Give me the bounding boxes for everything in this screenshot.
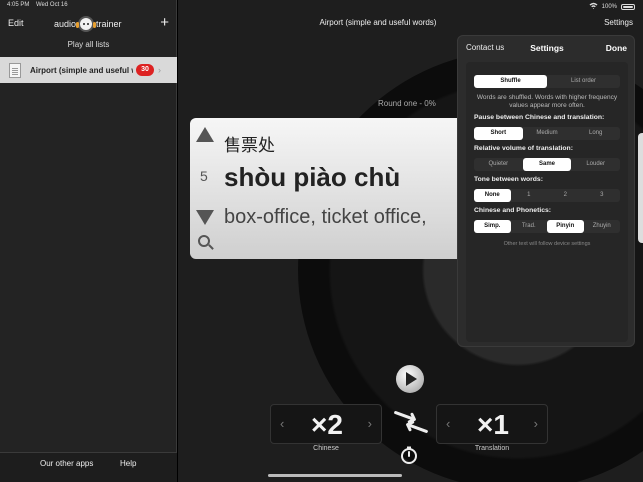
next-card-edge <box>638 133 643 243</box>
translation-stepper-label: Translation <box>474 445 510 452</box>
chinese-stepper-label: Chinese <box>313 445 339 452</box>
order-note: Words are shuffled. Words with higher fr… <box>476 94 618 109</box>
timer-icon[interactable] <box>400 446 418 464</box>
option-simplified[interactable]: Simp. <box>474 220 511 233</box>
settings-panel: Shuffle List order Words are shuffled. W… <box>466 62 628 342</box>
count-badge: 30 <box>136 64 154 76</box>
word-number: 5 <box>200 168 208 184</box>
option-louder[interactable]: Louder <box>571 158 620 171</box>
translation-repeat-stepper[interactable]: ‹ ×1 › <box>436 404 548 444</box>
app-logo: audio trainer <box>54 14 122 34</box>
volume-segmented-control[interactable]: Quieter Same Louder <box>474 158 620 171</box>
tone-title: Tone between words: <box>474 176 543 183</box>
chinese-repeat-stepper[interactable]: ‹ ×2 › <box>270 404 382 444</box>
settings-popover: Contact us Settings Done Shuffle List or… <box>457 35 635 347</box>
volume-title: Relative volume of translation: <box>474 145 573 152</box>
phonetics-segmented-control[interactable]: Simp. Trad. Pinyin Zhuyin <box>474 220 620 233</box>
option-zhuyin[interactable]: Zhuyin <box>584 220 621 233</box>
settings-button[interactable]: Settings <box>604 18 633 27</box>
logo-text-left: audio <box>54 19 77 29</box>
done-button[interactable]: Done <box>606 43 627 53</box>
home-indicator <box>268 474 402 477</box>
option-pinyin[interactable]: Pinyin <box>547 220 584 233</box>
next-word-arrow-icon[interactable] <box>196 210 214 225</box>
option-tone-1[interactable]: 1 <box>511 189 548 202</box>
word-hanzi: 售票处 <box>224 136 275 155</box>
option-tone-2[interactable]: 2 <box>547 189 584 202</box>
logo-headphones-icon <box>76 16 95 32</box>
document-icon <box>9 62 21 78</box>
translation-repeat-value: ×1 <box>477 409 509 440</box>
option-quieter[interactable]: Quieter <box>474 158 523 171</box>
list-item[interactable]: Airport (simple and useful words) 30 › <box>0 57 177 83</box>
status-right: 100% <box>589 2 635 11</box>
help-button[interactable]: Help <box>120 459 136 468</box>
list-item-title: Airport (simple and useful words) <box>30 65 133 75</box>
device-settings-note: Other text will follow device settings <box>503 241 591 247</box>
search-icon[interactable] <box>198 235 210 247</box>
option-list-order[interactable]: List order <box>547 75 620 88</box>
battery-icon <box>621 3 635 10</box>
option-medium[interactable]: Medium <box>523 127 572 140</box>
status-time: 4:05 PM <box>7 2 30 8</box>
play-button[interactable] <box>396 365 424 393</box>
option-traditional[interactable]: Trad. <box>511 220 548 233</box>
option-shuffle[interactable]: Shuffle <box>474 75 547 88</box>
sidebar-header: Edit audio trainer + <box>0 12 177 36</box>
sidebar: Edit audio trainer + Play all lists Airp… <box>0 0 177 482</box>
tone-segmented-control[interactable]: None 1 2 3 <box>474 189 620 202</box>
card-controls: 5 <box>190 118 220 259</box>
page-title: Airport (simple and useful words) <box>319 18 437 27</box>
battery-percent: 100% <box>601 3 617 10</box>
other-apps-button[interactable]: Our other apps <box>40 459 93 468</box>
previous-word-arrow-icon[interactable] <box>196 127 214 142</box>
word-translation: box-office, ticket office, <box>224 206 427 228</box>
status-date: Wed Oct 16 <box>36 2 68 8</box>
popover-header: Contact us Settings Done <box>458 36 636 58</box>
chinese-increase-icon[interactable]: › <box>368 416 372 431</box>
edit-button[interactable]: Edit <box>8 18 24 28</box>
option-same[interactable]: Same <box>522 158 572 171</box>
sidebar-footer: Our other apps Help <box>0 452 177 482</box>
status-bar: 4:05 PM Wed Oct 16 100% <box>0 0 643 12</box>
option-none[interactable]: None <box>474 189 511 202</box>
wifi-icon <box>589 2 598 11</box>
pause-segmented-control[interactable]: Short Medium Long <box>474 127 620 140</box>
chevron-right-icon: › <box>158 65 161 75</box>
option-tone-3[interactable]: 3 <box>584 189 621 202</box>
word-pinyin: shòu piào chù <box>224 162 401 192</box>
phonetics-title: Chinese and Phonetics: <box>474 207 552 214</box>
option-long[interactable]: Long <box>571 127 620 140</box>
translation-increase-icon[interactable]: › <box>534 416 538 431</box>
logo-text-right: trainer <box>96 19 122 29</box>
pause-title: Pause between Chinese and translation: <box>474 114 605 121</box>
play-all-lists-button[interactable]: Play all lists <box>0 40 177 49</box>
round-progress: Round one - 0% <box>378 99 436 108</box>
option-short[interactable]: Short <box>474 127 523 140</box>
add-list-button[interactable]: + <box>160 14 169 32</box>
order-segmented-control[interactable]: Shuffle List order <box>474 75 620 88</box>
chinese-repeat-value: ×2 <box>311 409 343 440</box>
swap-order-icon[interactable] <box>391 410 431 434</box>
